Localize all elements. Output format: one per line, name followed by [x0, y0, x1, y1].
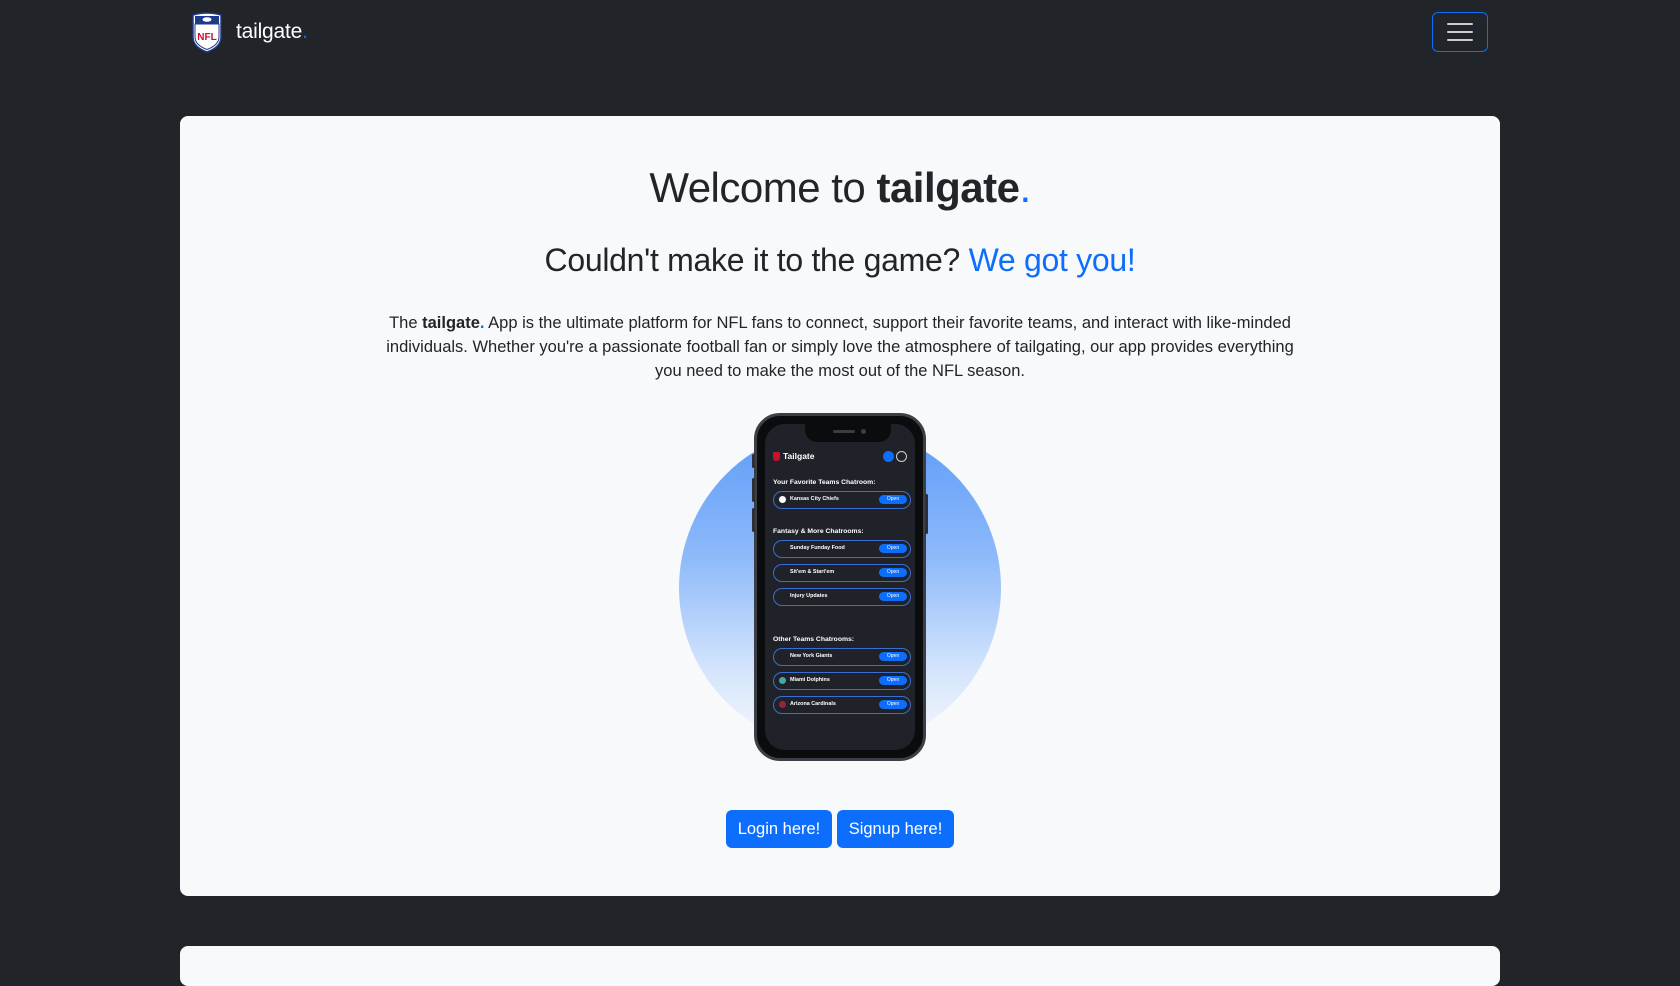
phone-mockup: Tailgate Your Favorite Teams Chatroom: K…: [752, 413, 928, 761]
open-chatroom-button: Open: [879, 700, 907, 709]
phone-speaker: [833, 430, 855, 433]
nfl-shield-icon: NFL: [192, 12, 222, 53]
phone-side-button: [752, 508, 755, 532]
login-button[interactable]: Login here!: [726, 810, 832, 848]
chiefs-logo-icon: [779, 496, 786, 503]
chatroom-item: Arizona Cardinals Open: [773, 696, 911, 714]
navbar-toggle-button[interactable]: [1432, 12, 1488, 52]
intro-brand: tailgate: [422, 314, 480, 332]
hamburger-menu-icon-bar: [1447, 31, 1473, 33]
phone-side-button: [925, 494, 928, 534]
chatroom-name: Sunday Funday Food: [790, 545, 845, 551]
svg-text:NFL: NFL: [197, 32, 216, 43]
intro-paragraph: The tailgate. App is the ultimate platfo…: [380, 311, 1300, 383]
settings-icon: [896, 451, 907, 462]
title-brand: tailgate: [876, 164, 1020, 211]
open-chatroom-button: Open: [879, 495, 907, 504]
chatroom-name: Sit'em & Start'em: [790, 569, 835, 575]
open-chatroom-button: Open: [879, 592, 907, 601]
phone-notch: [805, 424, 891, 442]
phone-screen: Tailgate Your Favorite Teams Chatroom: K…: [765, 424, 915, 750]
app-logo-icon: [773, 452, 780, 461]
phone-camera: [861, 429, 866, 434]
title-prefix: Welcome to: [649, 164, 877, 211]
open-chatroom-button: Open: [879, 544, 907, 553]
other-rooms-heading: Other Teams Chatrooms:: [773, 636, 855, 643]
chatroom-item: Kansas City Chiefs Open: [773, 491, 911, 509]
user-icon: [883, 451, 894, 462]
phone-side-button: [752, 478, 755, 502]
phone-side-button: [752, 454, 755, 468]
open-chatroom-button: Open: [879, 652, 907, 661]
app-header: Tailgate: [773, 450, 907, 466]
cardinals-logo-icon: [779, 701, 786, 708]
chatroom-item: Sunday Funday Food Open: [773, 540, 911, 558]
chatroom-item: Injury Updates Open: [773, 588, 911, 606]
page-title: Welcome to tailgate.: [0, 164, 1680, 212]
favorite-rooms-heading: Your Favorite Teams Chatroom:: [773, 479, 876, 486]
chatroom-name: New York Giants: [790, 653, 833, 659]
dolphins-logo-icon: [779, 677, 786, 684]
open-chatroom-button: Open: [879, 568, 907, 577]
next-card: [180, 946, 1500, 986]
subtitle-accent: We got you!: [968, 242, 1136, 278]
chatroom-item: New York Giants Open: [773, 648, 911, 666]
chatroom-name: Injury Updates: [790, 593, 828, 599]
title-dot: .: [1019, 164, 1032, 211]
brand-dot: .: [302, 20, 308, 43]
app-title: Tailgate: [783, 451, 815, 461]
chatroom-name: Kansas City Chiefs: [790, 496, 839, 502]
signup-button[interactable]: Signup here!: [837, 810, 954, 848]
chatroom-item: Miami Dolphins Open: [773, 672, 911, 690]
subtitle-main: Couldn't make it to the game?: [544, 242, 969, 278]
intro-body: App is the ultimate platform for NFL fan…: [386, 314, 1294, 380]
intro-prefix: The: [389, 314, 423, 332]
hamburger-menu-icon-bar: [1447, 39, 1473, 41]
chatroom-name: Arizona Cardinals: [790, 701, 836, 707]
brand-link[interactable]: NFL tailgate.: [190, 11, 308, 53]
chatroom-item: Sit'em & Start'em Open: [773, 564, 911, 582]
open-chatroom-button: Open: [879, 676, 907, 685]
top-navbar: NFL tailgate.: [0, 0, 1680, 64]
hamburger-menu-icon: [1447, 23, 1473, 25]
chatroom-name: Miami Dolphins: [790, 677, 830, 683]
fantasy-rooms-heading: Fantasy & More Chatrooms:: [773, 528, 864, 535]
brand-name: tailgate: [236, 20, 303, 43]
giants-logo-icon: [779, 653, 786, 660]
page-subtitle: Couldn't make it to the game? We got you…: [0, 242, 1680, 279]
